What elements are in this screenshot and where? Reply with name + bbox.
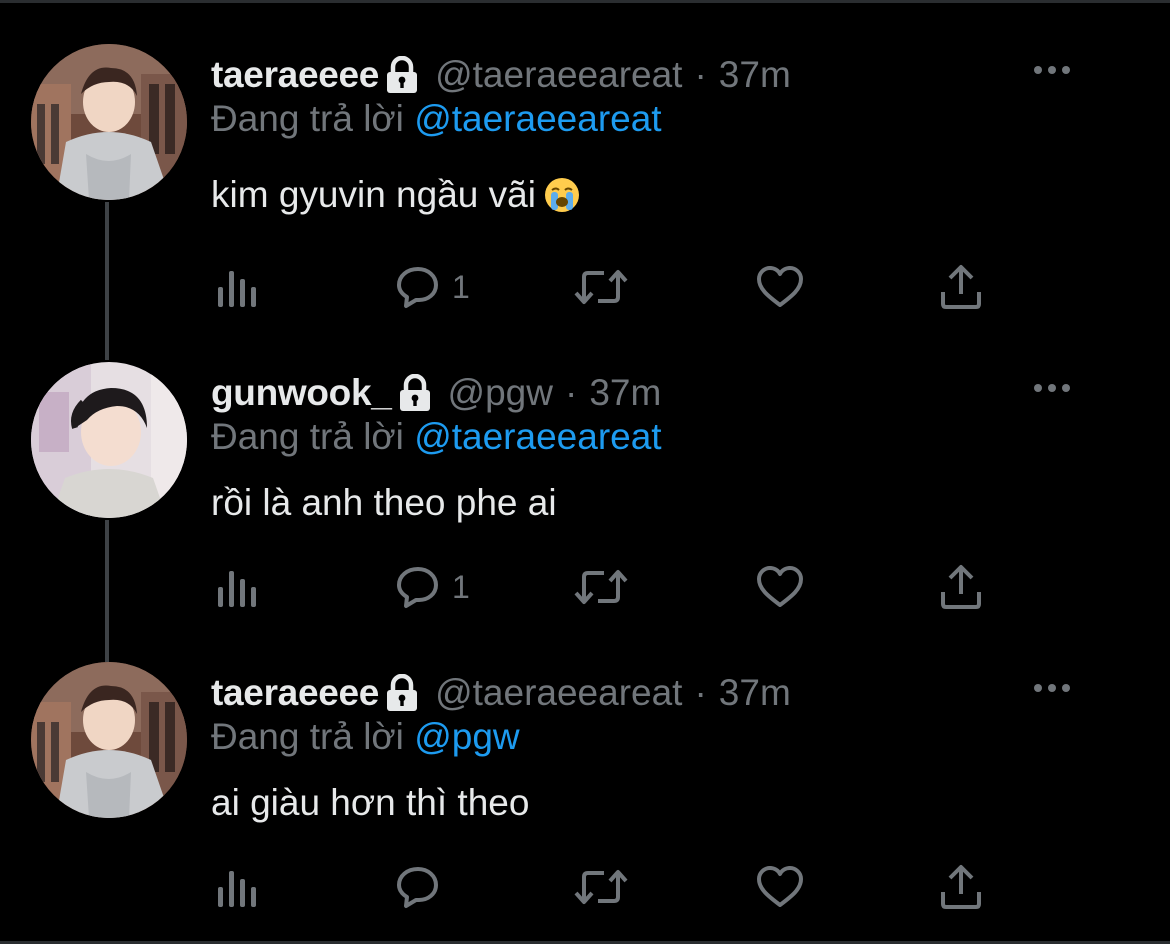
more-icon[interactable] xyxy=(1032,680,1072,696)
retweet-button[interactable] xyxy=(574,862,628,912)
mention-link[interactable]: @taeraeeareat xyxy=(414,98,661,139)
loudly-crying-face-emoji-icon xyxy=(544,177,580,213)
reply-button[interactable] xyxy=(396,862,452,912)
reply-count: 1 xyxy=(452,268,470,305)
display-name[interactable]: taeraeeee xyxy=(211,672,379,714)
share-icon xyxy=(940,264,982,310)
handle[interactable]: @pgw xyxy=(448,372,553,414)
reply-button[interactable]: 1 xyxy=(396,562,470,612)
tweet[interactable]: taeraeeee @taeraeeareat · 37m Đang trả l… xyxy=(0,618,1170,918)
retweet-icon xyxy=(574,565,628,609)
like-button[interactable] xyxy=(756,862,804,912)
tweet-text-content: kim gyuvin ngầu vãi xyxy=(211,174,536,215)
more-icon[interactable] xyxy=(1032,62,1072,78)
lock-icon xyxy=(385,55,419,94)
timestamp[interactable]: 37m xyxy=(719,54,791,96)
tweet[interactable]: taeraeeee @taeraeeareat · 37m Đang trả l… xyxy=(0,0,1170,309)
separator: · xyxy=(564,372,578,413)
share-button[interactable] xyxy=(940,862,982,912)
reply-button[interactable]: 1 xyxy=(396,262,470,312)
reply-count: 1 xyxy=(452,568,470,605)
separator: · xyxy=(694,54,707,95)
analytics-button[interactable] xyxy=(216,862,258,912)
tweet-text: kim gyuvin ngầu vãi xyxy=(211,174,580,216)
tweet-header: gunwook_ @pgw · 37m xyxy=(211,368,661,418)
like-icon xyxy=(756,865,804,909)
mention-link[interactable]: @taeraeeareat xyxy=(414,416,661,457)
tweet-text: ai giàu hơn thì theo xyxy=(211,782,529,824)
tweet-actions: 1 xyxy=(0,262,1170,312)
more-icon[interactable] xyxy=(1032,380,1072,396)
replying-to: Đang trả lời @pgw xyxy=(211,716,520,758)
like-icon xyxy=(756,565,804,609)
display-name[interactable]: gunwook_ xyxy=(211,372,392,414)
tweet-header: taeraeeee @taeraeeareat · 37m xyxy=(211,668,791,718)
replying-to: Đang trả lời @taeraeeareat xyxy=(211,98,662,140)
avatar[interactable] xyxy=(31,44,187,200)
retweet-button[interactable] xyxy=(574,262,628,312)
tweet-actions xyxy=(0,862,1170,912)
replying-to-label: Đang trả lời xyxy=(211,98,404,139)
tweet-text-content: ai giàu hơn thì theo xyxy=(211,782,530,823)
share-button[interactable] xyxy=(940,562,982,612)
reply-icon xyxy=(396,565,440,609)
lock-icon xyxy=(398,373,432,412)
avatar[interactable] xyxy=(31,662,187,818)
tweet-actions: 1 xyxy=(0,562,1170,612)
tweet-text-content: rồi là anh theo phe ai xyxy=(211,482,557,523)
timestamp[interactable]: 37m xyxy=(719,672,791,714)
separator: · xyxy=(694,672,707,713)
analytics-icon xyxy=(216,265,258,309)
retweet-icon xyxy=(574,265,628,309)
like-icon xyxy=(756,265,804,309)
tweet-text: rồi là anh theo phe ai xyxy=(211,482,557,524)
like-button[interactable] xyxy=(756,562,804,612)
handle[interactable]: @taeraeeareat xyxy=(435,54,682,96)
share-button[interactable] xyxy=(940,262,982,312)
share-icon xyxy=(940,564,982,610)
share-icon xyxy=(940,864,982,910)
timestamp[interactable]: 37m xyxy=(589,372,661,414)
replying-to-label: Đang trả lời xyxy=(211,716,404,757)
analytics-button[interactable] xyxy=(216,262,258,312)
reply-icon xyxy=(396,865,440,909)
display-name[interactable]: taeraeeee xyxy=(211,54,379,96)
tweet-header: taeraeeee @taeraeeareat · 37m xyxy=(211,50,791,100)
analytics-icon xyxy=(216,565,258,609)
like-button[interactable] xyxy=(756,262,804,312)
mention-link[interactable]: @pgw xyxy=(414,716,519,757)
retweet-button[interactable] xyxy=(574,562,628,612)
avatar[interactable] xyxy=(31,362,187,518)
retweet-icon xyxy=(574,865,628,909)
replying-to: Đang trả lời @taeraeeareat xyxy=(211,416,662,458)
analytics-button[interactable] xyxy=(216,562,258,612)
replying-to-label: Đang trả lời xyxy=(211,416,404,457)
tweet[interactable]: gunwook_ @pgw · 37m Đang trả lời @taerae… xyxy=(0,318,1170,618)
reply-icon xyxy=(396,265,440,309)
lock-icon xyxy=(385,673,419,712)
analytics-icon xyxy=(216,865,258,909)
handle[interactable]: @taeraeeareat xyxy=(435,672,682,714)
